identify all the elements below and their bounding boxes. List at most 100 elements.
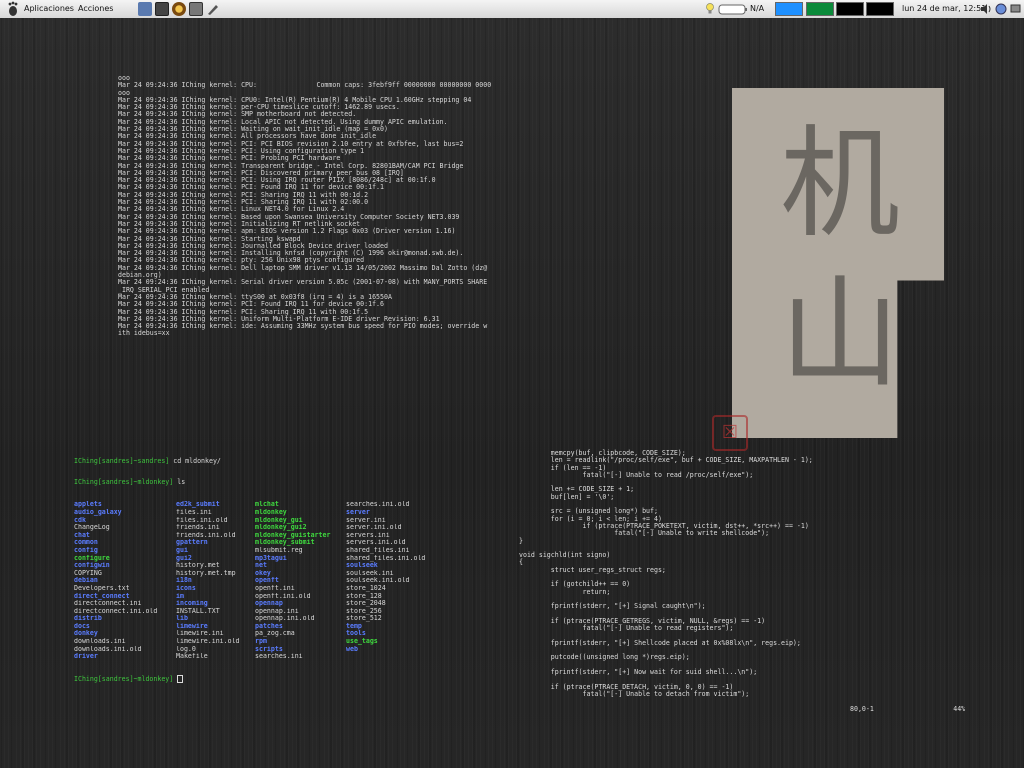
pen-icon[interactable] <box>206 2 220 16</box>
ls-entry: server <box>346 508 370 516</box>
battery-icon[interactable] <box>718 0 748 18</box>
code-line: fatal("[-] Unable to read /proc/self/exe… <box>519 470 754 479</box>
ls-entry: opennap.ini.old <box>255 615 315 623</box>
top-panel: Aplicaciones Acciones N/A lun 24 de mar,… <box>0 0 1024 19</box>
prompt: IChing[sandres]~mldonkey] <box>74 675 174 684</box>
code-line: void sigchld(int signo) <box>519 551 611 560</box>
ls-row: distrib lib opennap.ini.old store_512 <box>74 615 436 623</box>
ls-entry: patches <box>255 622 283 630</box>
ls-row: driver Makefile searches.ini <box>74 653 436 661</box>
ls-entry: shared_files.ini.old <box>346 554 426 562</box>
ls-entry: history.met <box>176 562 220 570</box>
ls-row: direct_connect im openft.ini.old store_128 <box>74 593 436 601</box>
code-line: return; <box>519 587 611 596</box>
settings-icon[interactable] <box>172 2 186 16</box>
ls-entry: openft.ini.old <box>255 592 311 600</box>
ls-entry: files.ini.old <box>176 516 228 524</box>
ls-entry: chat <box>74 531 90 539</box>
ls-entry: driver <box>74 653 98 661</box>
command: ls <box>173 478 186 487</box>
ls-row: ChangeLog friends.ini mldonkey_gui2 server.… <box>74 524 436 532</box>
volume-icon[interactable] <box>980 0 992 18</box>
ls-entry: gui2 <box>176 554 192 562</box>
ls-row: COPYING history.met.tmp okey soulseek.ini <box>74 570 436 578</box>
ls-entry: openft <box>255 577 279 585</box>
ls-entry: directconnect.ini <box>74 600 142 608</box>
ls-entry: cdk <box>74 516 86 524</box>
menu-applications[interactable]: Aplicaciones <box>24 0 74 18</box>
ls-entry: mldonkey_gui2 <box>255 524 307 532</box>
cursor-position: 80,0-1 <box>850 705 874 713</box>
ls-entry: store_128 <box>346 592 382 600</box>
ls-entry: temp <box>346 622 362 630</box>
ls-entry: configwin <box>74 562 110 570</box>
scroll-percent: 44% <box>953 705 966 713</box>
workspace-1[interactable] <box>775 2 803 16</box>
ls-entry: searches.ini <box>255 653 303 661</box>
ls-row: cdk files.ini.old mldonkey_gui server.ini <box>74 517 436 525</box>
ls-entry: servers.ini <box>346 531 390 539</box>
ls-entry: im <box>176 592 184 600</box>
ls-entry: limewire.ini <box>176 630 224 638</box>
code-line: fatal("[-] Unable to detach from victim"… <box>519 689 750 698</box>
gnome-foot-icon[interactable] <box>6 0 20 18</box>
ls-entry: gpattern <box>176 539 208 547</box>
ls-entry: web <box>346 645 358 653</box>
ls-entry: mldonkey <box>255 508 287 516</box>
log-line: Mar 24 09:24:36 IChing kernel: ide: Assu… <box>118 322 488 331</box>
lightbulb-icon[interactable] <box>705 0 715 18</box>
workspace-4[interactable] <box>866 2 894 16</box>
ls-row: audio_galaxy files.ini mldonkey server <box>74 509 436 517</box>
ls-entry: icons <box>176 584 196 592</box>
globe-icon[interactable] <box>995 0 1007 18</box>
ls-row: chat friends.ini.old mldonkey_guistarter se… <box>74 532 436 540</box>
ls-entry: store_256 <box>346 607 382 615</box>
kernel-log-terminal[interactable]: ooo Mar 24 09:24:36 IChing kernel: CPU: C… <box>118 74 492 338</box>
ls-entry: downloads.ini <box>74 638 126 646</box>
code-line: fprintf(stderr, "[+] Now wait for suid s… <box>519 667 758 676</box>
ls-entry: audio_galaxy <box>74 508 122 516</box>
calligraphy-kanji: 机山 <box>780 115 900 404</box>
ls-entry: soulseek.ini <box>346 569 394 577</box>
ls-entry: lib <box>176 615 188 623</box>
ls-entry: shared_files.ini <box>346 546 410 554</box>
ls-row: applets ed2k_submit mlchat searches.ini.old <box>74 501 436 509</box>
ls-terminal[interactable]: IChing[sandres]~sandres] cd mldonkey/ IC… <box>74 443 436 691</box>
ls-entry: mldonkey_submit <box>255 539 315 547</box>
ls-entry: store_1024 <box>346 584 386 592</box>
ls-row: debian i18n openft soulseek.ini.old <box>74 577 436 585</box>
code-line: fatal("[-] Unable to read registers"); <box>519 624 734 633</box>
workspace-3[interactable] <box>836 2 864 16</box>
browser-icon[interactable] <box>138 2 152 16</box>
workspace-2[interactable] <box>806 2 834 16</box>
clock[interactable]: lun 24 de mar, 12:51 <box>902 0 986 18</box>
ls-entry: rpm <box>255 638 267 646</box>
ls-entry: ed2k_submit <box>176 501 220 509</box>
ls-entry: distrib <box>74 615 102 623</box>
ls-entry: searches.ini.old <box>346 501 410 509</box>
ls-entry: okey <box>255 569 271 577</box>
code-line: } <box>519 536 523 545</box>
menu-actions[interactable]: Acciones <box>78 0 113 18</box>
ls-entry: configure <box>74 554 110 562</box>
ls-row: downloads.ini.old log.0 scripts web <box>74 646 436 654</box>
command: cd mldonkey/ <box>169 456 221 465</box>
ls-entry: applets <box>74 501 102 509</box>
ls-entry: mldonkey_guistarter <box>255 531 331 539</box>
editor-status: 80,0-1 44% <box>850 705 965 713</box>
ls-entry: mldonkey_gui <box>255 516 303 524</box>
ls-entry: limewire.ini.old <box>176 638 240 646</box>
code-line: struct user_regs_struct regs; <box>519 565 666 574</box>
code-editor-terminal[interactable]: memcpy(buf, clipbcode, CODE_SIZE); len =… <box>519 449 813 698</box>
network-icon[interactable] <box>1010 0 1022 18</box>
ls-entry: Developers.txt <box>74 584 130 592</box>
log-line: ith idebus=xx <box>118 329 170 338</box>
ls-entry <box>346 653 436 661</box>
log-line: Mar 24 09:24:36 IChing kernel: CPU: Comm… <box>118 81 492 90</box>
ls-entry: debian <box>74 577 98 585</box>
ls-entry: mp3tagui <box>255 554 287 562</box>
ls-row: downloads.ini limewire.ini.old rpm use_tags <box>74 638 436 646</box>
terminal-icon[interactable] <box>155 2 169 16</box>
ls-entry: i18n <box>176 577 192 585</box>
monitor-icon[interactable] <box>189 2 203 16</box>
